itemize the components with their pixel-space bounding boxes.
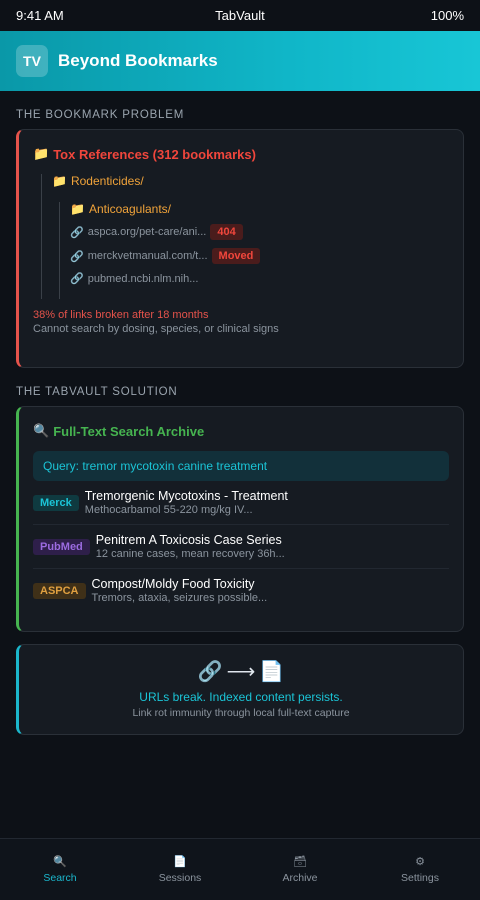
subfolder-anticoagulants[interactable]: 📁 Anticoagulants/ [70, 202, 449, 216]
bookmark-problem-card: 📁 Tox References (312 bookmarks) 📁 Roden… [16, 129, 464, 368]
source-badge: Merck [33, 495, 79, 511]
nav-label: Sessions [158, 872, 202, 884]
nav-sessions[interactable]: 📄 Sessions [120, 839, 240, 900]
persist-headline: URLs break. Indexed content persists. [139, 690, 343, 704]
folder-icon: 📁 [52, 174, 67, 188]
search-archive-label: Full-Text Search Archive [53, 423, 205, 439]
result-snippet: Tremors, ataxia, seizures possible... [91, 592, 268, 604]
solution-heading: THE TABVAULT SOLUTION [16, 386, 178, 398]
root-folder-label: Tox References (312 bookmarks) [53, 146, 256, 162]
status-bar: 9:41 AM TabVault 100% [0, 0, 480, 31]
status-time: 9:41 AM [16, 8, 64, 23]
nav-search[interactable]: 🔍 Search [0, 839, 120, 900]
bookmark-url: merckvetmanual.com/t... [87, 250, 208, 262]
nav-label: Settings [401, 872, 439, 884]
archive-icon: 🗃 [293, 856, 307, 868]
folder-icon: 📁 [70, 202, 85, 216]
app-logo: TV [16, 45, 48, 77]
search-archive-title: 🔍 Full-Text Search Archive [33, 423, 449, 439]
link-icon: 🔗 [70, 250, 84, 263]
status-badge: Moved [211, 248, 261, 264]
link-to-document-graphic: 🔗 ⟶ 📄 [19, 659, 463, 684]
problem-heading: THE BOOKMARK PROBLEM [16, 109, 185, 121]
source-badge: PubMed [33, 539, 90, 555]
bookmark-url: aspca.org/pet-care/ani... [87, 226, 207, 238]
result-item[interactable]: PubMed Penitrem A Toxicosis Case Series … [33, 525, 449, 569]
document-icon: 📄 [259, 661, 285, 683]
result-title: Penitrem A Toxicosis Case Series [95, 533, 282, 547]
link-icon: 🔗 [197, 661, 223, 683]
nav-settings[interactable]: ⚙ Settings [360, 839, 480, 900]
persist-subtext: Link rot immunity through local full-tex… [132, 707, 350, 719]
folder-tree: 📁 Rodenticides/ 📁 Anticoagulants/ 🔗 aspc… [41, 174, 449, 299]
search-icon: 🔍 [33, 423, 50, 438]
folder-icon: 📁 [33, 146, 50, 161]
link-icon: 🔗 [70, 226, 84, 239]
result-snippet: Methocarbamol 55-220 mg/kg IV... [84, 504, 253, 516]
search-icon: 🔍 [53, 856, 67, 868]
status-badge: 404 [210, 224, 243, 240]
search-solution-card: 🔍 Full-Text Search Archive Query: tremor… [16, 406, 464, 632]
page-title: Beyond Bookmarks [58, 51, 218, 70]
result-item[interactable]: ASPCA Compost/Moldy Food Toxicity Tremor… [33, 569, 449, 612]
persist-card: 🔗 ⟶ 📄 URLs break. Indexed content persis… [16, 644, 464, 735]
root-folder[interactable]: 📁 Tox References (312 bookmarks) [33, 146, 449, 162]
status-app-name: TabVault [215, 8, 265, 23]
app-header: TV Beyond Bookmarks [0, 31, 480, 91]
bookmark-link-row[interactable]: 🔗 aspca.org/pet-care/ani... 404 [70, 224, 449, 240]
result-title: Tremorgenic Mycotoxins - Treatment [84, 489, 288, 503]
nav-label: Search [43, 872, 77, 884]
nav-label: Archive [282, 872, 318, 884]
bookmark-link-row[interactable]: 🔗 pubmed.ncbi.nlm.nih... [70, 272, 449, 286]
subfolder-label: Rodenticides/ [70, 174, 144, 188]
problem-subtext: Cannot search by dosing, species, or cli… [33, 323, 279, 335]
source-badge: ASPCA [33, 583, 86, 599]
subfolder-label: Anticoagulants/ [88, 202, 172, 216]
bookmark-link-row[interactable]: 🔗 merckvetmanual.com/t... Moved [70, 248, 449, 264]
gear-icon: ⚙ [415, 856, 425, 868]
result-title: Compost/Moldy Food Toxicity [91, 577, 255, 591]
link-icon: 🔗 [70, 273, 84, 285]
arrow-icon: ⟶ [226, 661, 256, 683]
subfolder-tree: 📁 Anticoagulants/ 🔗 aspca.org/pet-care/a… [59, 202, 449, 299]
result-item[interactable]: Merck Tremorgenic Mycotoxins - Treatment… [33, 481, 449, 525]
bookmark-url: pubmed.ncbi.nlm.nih... [87, 272, 199, 285]
broken-links-stat: 38% of links broken after 18 months [33, 309, 209, 321]
query-display[interactable]: Query: tremor mycotoxin canine treatment [33, 451, 449, 481]
document-icon: 📄 [173, 856, 187, 868]
result-snippet: 12 canine cases, mean recovery 36h... [95, 548, 285, 560]
subfolder-rodenticides[interactable]: 📁 Rodenticides/ [52, 174, 449, 188]
status-battery: 100% [430, 8, 464, 23]
bottom-nav: 🔍 Search 📄 Sessions 🗃 Archive ⚙ Settings [0, 838, 480, 900]
nav-archive[interactable]: 🗃 Archive [240, 839, 360, 900]
